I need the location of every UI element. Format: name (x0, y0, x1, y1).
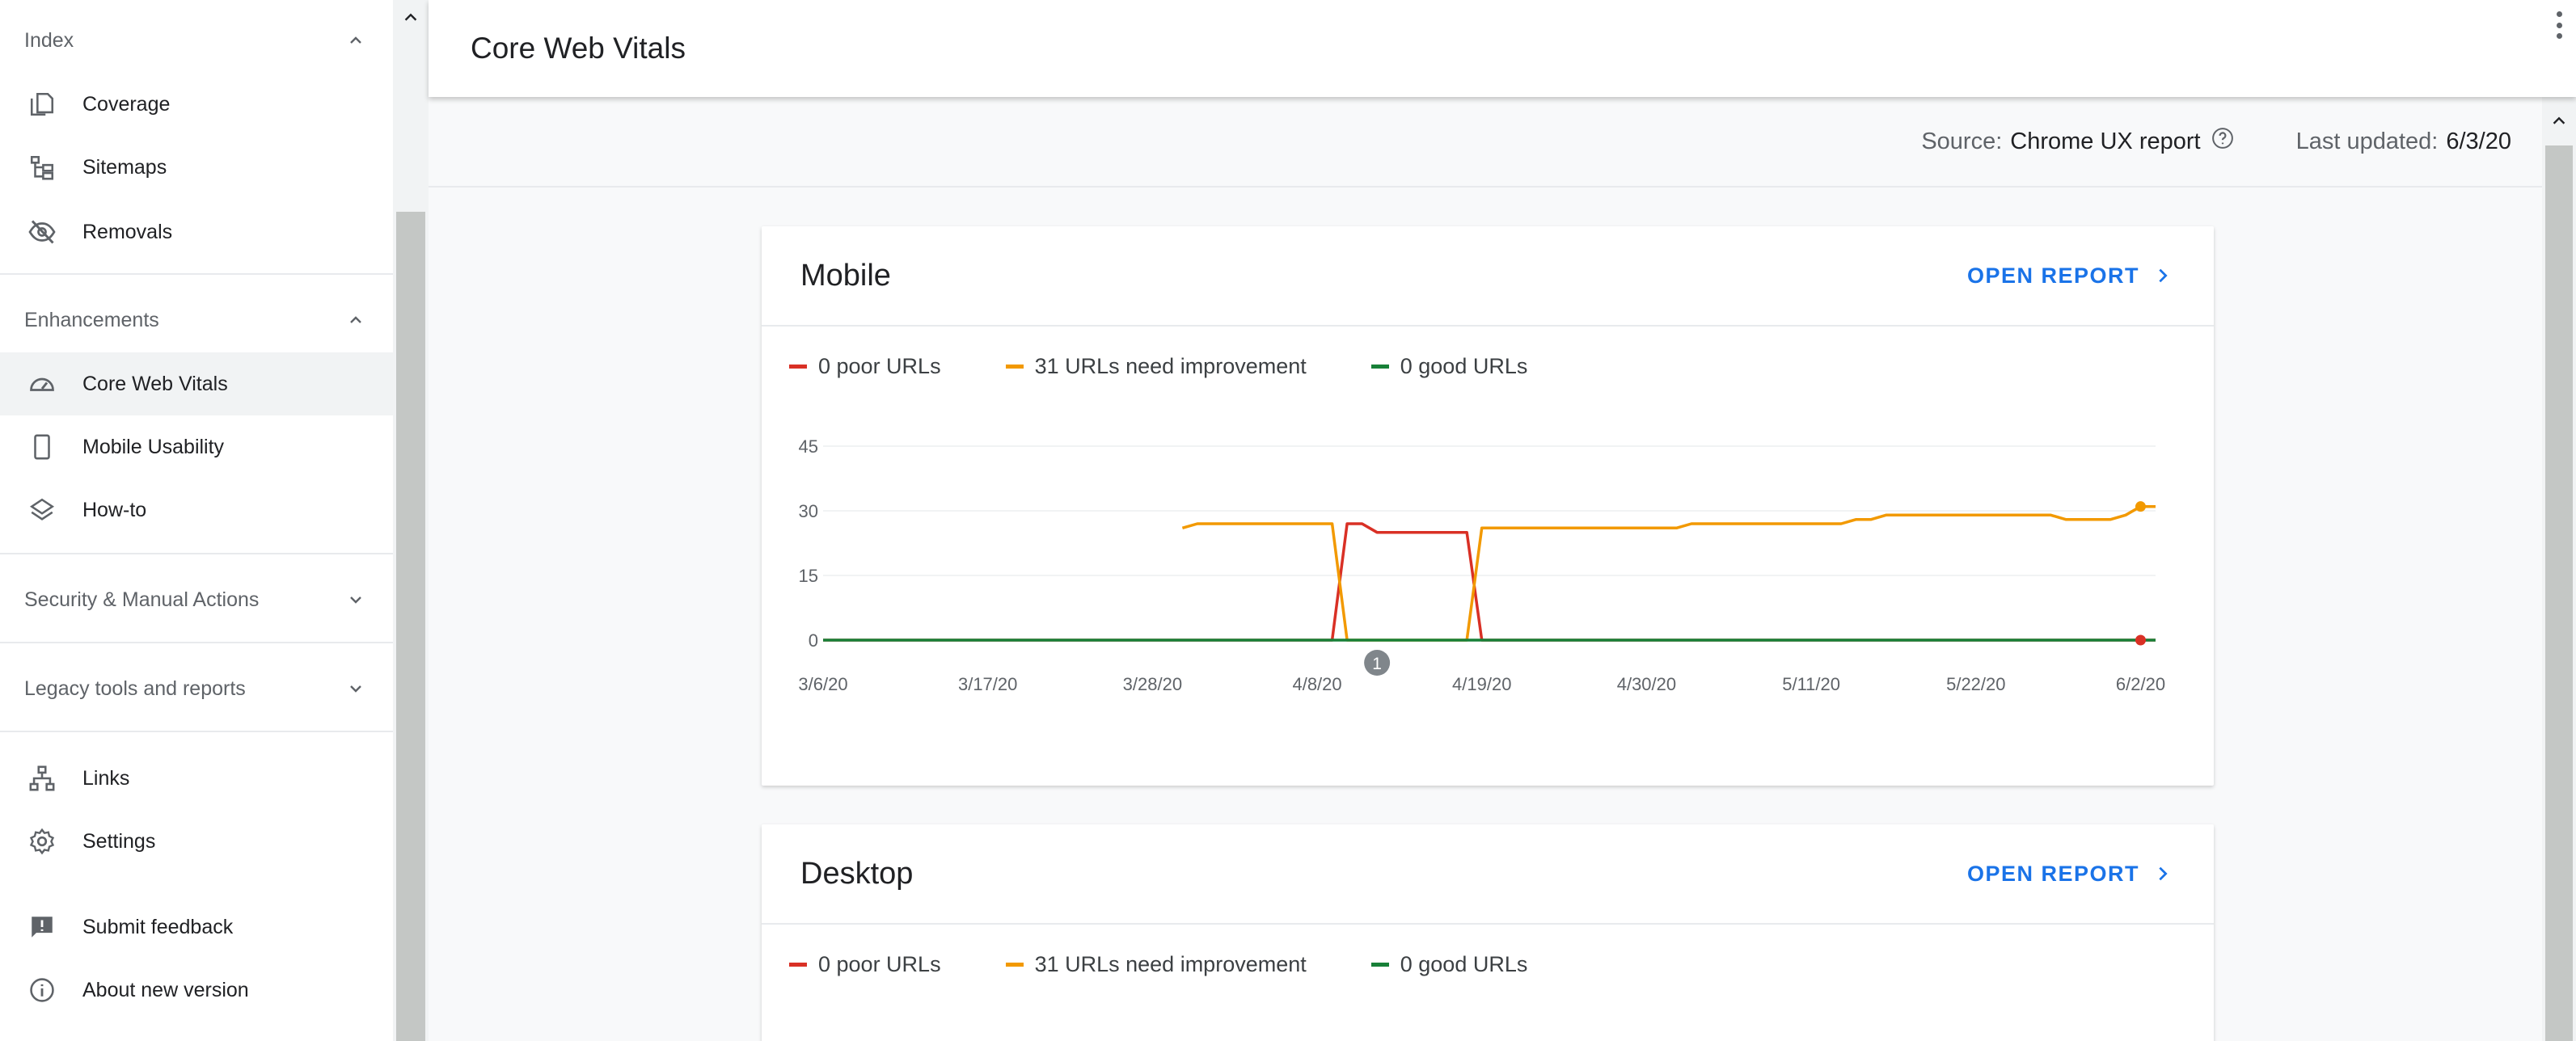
sidebar-item-sitemaps[interactable]: Sitemaps (0, 136, 393, 199)
scroll-up-arrow-icon[interactable] (2542, 105, 2576, 137)
y-tick-label: 30 (799, 501, 818, 521)
chevron-down-icon (350, 685, 361, 693)
open-report-button[interactable]: OPEN REPORT (1967, 862, 2172, 887)
divider (0, 642, 393, 643)
divider (0, 273, 393, 275)
card-title: Mobile (800, 258, 891, 293)
sidebar-item-settings[interactable]: Settings (0, 810, 393, 873)
x-tick-label: 3/6/20 (798, 674, 847, 694)
y-tick-label: 0 (809, 630, 818, 651)
sidebar-item-coverage[interactable]: Coverage (0, 73, 393, 136)
more-vert-icon[interactable] (2553, 11, 2565, 39)
section-label: Security & Manual Actions (24, 588, 260, 611)
sidebar-section-legacy[interactable]: Legacy tools and reports (0, 666, 393, 711)
phone-icon (26, 431, 58, 463)
x-tick-label: 4/8/20 (1292, 674, 1341, 694)
sidebar-item-mobile-usability[interactable]: Mobile Usability (0, 415, 393, 478)
sidebar-item-label: Core Web Vitals (82, 372, 228, 395)
chevron-down-icon (350, 596, 361, 604)
section-label: Enhancements (24, 308, 159, 331)
series-end-marker (2135, 501, 2146, 512)
layers-icon (26, 494, 58, 526)
sitemaps-icon (26, 151, 58, 183)
last-updated-value: 6/3/20 (2446, 128, 2511, 154)
card-title: Desktop (800, 856, 914, 891)
series-line-need-improvement (1181, 504, 2156, 642)
sidebar-scrollbar[interactable] (393, 0, 429, 1041)
open-report-label: OPEN REPORT (1966, 861, 2139, 886)
x-tick-label: 3/17/20 (958, 674, 1017, 694)
scroll-up-arrow-icon[interactable] (393, 0, 429, 36)
sidebar-item-links[interactable]: Links (0, 747, 393, 810)
main-content: Source: Chrome UX report Last updated: 6… (429, 97, 2542, 1041)
sidebar-item-label: About new version (82, 978, 249, 1001)
y-tick-label: 45 (799, 1038, 818, 1041)
gauge-icon (26, 368, 58, 400)
sidebar-item-label: Coverage (82, 92, 171, 116)
open-report-label: OPEN REPORT (1966, 263, 2139, 288)
sidebar-item-submit-feedback[interactable]: Submit feedback (0, 896, 393, 959)
section-label: Index (24, 28, 74, 52)
sidebar-item-label: Mobile Usability (82, 435, 225, 458)
desktop-card: Desktop OPEN REPORT 0 poor URLs 31 URLs … (762, 824, 2214, 1041)
sidebar-item-label: How-to (82, 498, 147, 521)
page-title: Core Web Vitals (471, 32, 686, 65)
chevron-right-icon (2159, 866, 2168, 881)
info-icon (26, 974, 58, 1006)
removals-icon (26, 216, 58, 248)
chevron-up-icon (350, 36, 361, 44)
divider (0, 731, 393, 732)
sidebar-section-enhancements[interactable]: Enhancements (0, 297, 393, 343)
section-label: Legacy tools and reports (24, 676, 246, 700)
source-label: Source: (1921, 128, 2003, 154)
page-header: Core Web Vitals (429, 0, 2576, 97)
feedback-icon (26, 911, 58, 943)
help-icon[interactable] (2211, 126, 2235, 157)
sidebar-item-core-web-vitals[interactable]: Core Web Vitals (0, 352, 393, 415)
sidebar-item-label: Submit feedback (82, 915, 234, 938)
x-tick-label: 4/19/20 (1452, 674, 1511, 694)
source-value: Chrome UX report (2010, 128, 2201, 154)
sidebar-item-about-new-version[interactable]: About new version (0, 959, 393, 1022)
sidebar-section-index[interactable]: Index (0, 18, 393, 63)
sidebar-item-label: Removals (82, 220, 173, 243)
sidebar-item-label: Settings (82, 829, 156, 853)
y-tick-label: 45 (799, 436, 818, 457)
links-icon (26, 762, 58, 794)
series-end-marker (2135, 634, 2146, 646)
last-updated-label: Last updated: (2295, 128, 2439, 154)
sidebar: Index Coverage Sitemaps Removals Enhance… (0, 0, 393, 1041)
sidebar-item-how-to[interactable]: How-to (0, 478, 393, 542)
x-tick-label: 5/11/20 (1782, 674, 1840, 694)
x-tick-label: 5/22/20 (1946, 674, 2005, 694)
mobile-card: Mobile OPEN REPORT 0 poor URLs 31 URLs n… (762, 226, 2214, 786)
divider (0, 553, 393, 554)
chevron-up-icon (350, 316, 361, 323)
series-line-poor (823, 522, 2156, 642)
open-report-button[interactable]: OPEN REPORT (1967, 263, 2172, 289)
desktop-chart: 45 (799, 1038, 818, 1041)
annotation-label: 1 (1372, 655, 1382, 673)
x-tick-label: 3/28/20 (1123, 674, 1182, 694)
coverage-icon (26, 88, 58, 120)
card-header: Desktop OPEN REPORT (762, 824, 2214, 925)
x-tick-label: 6/2/20 (2116, 674, 2165, 694)
source-bar: Source: Chrome UX report Last updated: 6… (429, 97, 2542, 188)
x-tick-label: 4/30/20 (1617, 674, 1676, 694)
chevron-right-icon (2159, 268, 2168, 283)
sidebar-item-removals[interactable]: Removals (0, 200, 393, 263)
sidebar-item-label: Sitemaps (82, 155, 167, 179)
gear-icon (26, 825, 58, 858)
y-tick-label: 15 (799, 566, 818, 586)
card-header: Mobile OPEN REPORT (762, 226, 2214, 327)
scrollbar-thumb[interactable] (396, 212, 425, 1041)
sidebar-section-security[interactable]: Security & Manual Actions (0, 577, 393, 622)
sidebar-item-label: Links (82, 766, 130, 790)
mobile-chart: 0 15 30 45 3/6/20 3/17/20 3/28/20 4/8/20 4/19/20… (798, 436, 2165, 694)
scrollbar-thumb[interactable] (2545, 145, 2573, 1041)
main-scrollbar[interactable] (2542, 97, 2576, 1041)
search-console-app: Index Coverage Sitemaps Removals Enhance… (0, 0, 2576, 1041)
